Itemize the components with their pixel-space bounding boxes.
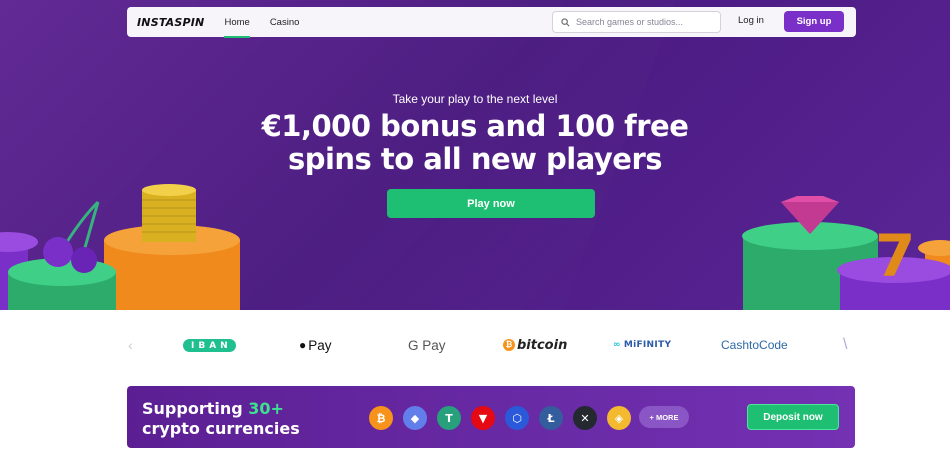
payment-iban: IBAN: [183, 339, 236, 352]
crypto-coin-list: ₿ ◆ T ▼ ⬡ Ł ✕ ◈: [369, 406, 641, 430]
mifinity-label: MiFINITY: [623, 340, 672, 350]
nav-casino-link[interactable]: Casino: [270, 7, 300, 37]
nav-home-link[interactable]: Home: [224, 7, 251, 38]
search-icon: [561, 17, 570, 26]
bitcoin-icon: ₿: [369, 406, 393, 430]
payment-bitcoin: ₿ bitcoin: [503, 330, 567, 360]
hero-right-decoration: 7: [742, 196, 950, 310]
xrp-icon: ✕: [573, 406, 597, 430]
hero-left-decoration: [0, 184, 240, 310]
tron-icon: ▼: [471, 406, 495, 430]
svg-text:7: 7: [875, 222, 915, 290]
deposit-now-button[interactable]: Deposit now: [747, 404, 839, 430]
bnb-icon: ◈: [607, 406, 631, 430]
apple-icon: ●: [299, 338, 307, 352]
payment-partial-right: \: [843, 336, 848, 353]
payment-mifinity: ∞ MiFINITY: [613, 330, 671, 360]
signup-button[interactable]: Sign up: [784, 11, 844, 32]
bitcoin-logo-icon: ₿: [503, 339, 515, 351]
chainlink-icon: ⬡: [505, 406, 529, 430]
hero-headline-text: €1,000 bonus and 100 free spins to all n…: [261, 109, 689, 176]
payment-methods-strip: ‹ IBAN ● Pay G Pay ₿ bitcoin ∞ MiFINITY …: [0, 330, 950, 360]
litecoin-icon: Ł: [539, 406, 563, 430]
hero-kicker: Take your play to the next level: [392, 92, 558, 106]
hero-banner: 7 Take your play to the next level €1,00…: [0, 0, 950, 310]
payment-apple-pay: ● Pay: [299, 330, 332, 360]
crypto-banner: Supporting 30+ crypto currencies ₿ ◆ T ▼ ⬡ Ł ✕…: [127, 386, 855, 448]
hero-headline: €1,000 bonus and 100 free spins to all n…: [0, 110, 950, 176]
payment-partial-left: ‹: [128, 337, 133, 353]
search-input[interactable]: [576, 17, 716, 27]
search-box[interactable]: [552, 11, 721, 33]
bitcoin-label: bitcoin: [517, 337, 568, 353]
apple-pay-label: Pay: [308, 337, 332, 353]
mifinity-icon: ∞: [613, 340, 621, 350]
more-coins-badge[interactable]: + MORE: [639, 406, 689, 428]
ethereum-icon: ◆: [403, 406, 427, 430]
instaspin-logo[interactable]: INSTASPIN: [137, 16, 204, 29]
login-link[interactable]: Log in: [738, 15, 764, 26]
top-navigation: INSTASPIN Home Casino Log in Sign up: [127, 7, 856, 38]
tether-icon: T: [437, 406, 461, 430]
payment-cashtocode: CashtoCode: [721, 338, 788, 352]
payment-google-pay: G Pay: [408, 337, 446, 353]
crypto-title-prefix: Supporting: [142, 399, 249, 418]
crypto-title: Supporting 30+ crypto currencies: [142, 399, 300, 439]
play-now-button[interactable]: Play now: [387, 189, 595, 218]
crypto-title-line2: crypto currencies: [142, 419, 300, 438]
crypto-title-count: 30+: [248, 399, 284, 418]
